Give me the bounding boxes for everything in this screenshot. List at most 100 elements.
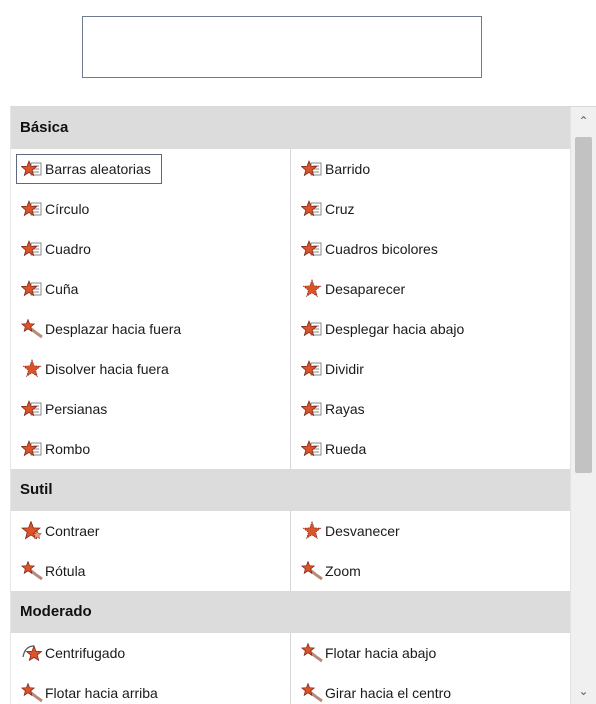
scroll-down-arrow-icon[interactable]: ⌄ (571, 681, 596, 701)
effect-star-page-icon (300, 399, 323, 419)
scrollbar-thumb[interactable] (575, 137, 592, 473)
effect-item-label: Círculo (45, 201, 90, 217)
effect-star-swoosh-icon (300, 560, 323, 581)
effect-list-item[interactable]: Desplegar hacia abajo (291, 309, 571, 349)
effect-list-item[interactable]: Desvanecer (291, 511, 571, 551)
effect-item-label: Barras aleatorias (45, 161, 151, 177)
effect-list-item[interactable]: Dividir (291, 349, 571, 389)
effect-list-item[interactable]: Rombo (11, 429, 291, 469)
effect-item-content: Centrifugado (21, 643, 125, 663)
effect-list-item[interactable]: Cuña (11, 269, 291, 309)
effect-item-label: Cuadros bicolores (325, 241, 438, 257)
effect-item-label: Girar hacia el centro (325, 685, 452, 701)
effect-star-dotted-icon (21, 358, 43, 379)
effect-list-item[interactable]: Barras aleatorias (11, 149, 291, 189)
section-grid: Barras aleatorias Barrido Círculo Cruz Cuadr… (11, 149, 571, 469)
effect-item-content: Rombo (20, 439, 91, 459)
effect-item-label: Flotar hacia abajo (325, 645, 437, 661)
effect-item-content: Desvanecer (301, 520, 400, 541)
effect-item-label: Desaparecer (325, 281, 406, 297)
effect-item-content: Rueda (300, 439, 367, 459)
effect-list-item[interactable]: Rueda (291, 429, 571, 469)
effect-list-item[interactable]: Zoom (291, 551, 571, 591)
effect-star-page-icon (300, 319, 323, 339)
scroll-up-arrow-icon[interactable]: ⌃ (571, 111, 596, 131)
effect-star-swoosh-icon (20, 560, 43, 581)
effect-star-page-icon (20, 199, 43, 219)
effect-item-content: Contraer (21, 520, 100, 541)
effect-star-page-icon (300, 359, 323, 379)
effect-star-page-icon (300, 239, 323, 259)
effects-list: Básica Barras aleatorias Barrido Círculo Cru… (11, 107, 571, 704)
effect-item-content: Zoom (300, 560, 361, 581)
effect-item-label: Desplazar hacia fuera (45, 321, 182, 337)
effect-item-label: Cuña (45, 281, 79, 297)
effect-item-content: Dividir (300, 359, 364, 379)
effect-item-content: Desaparecer (301, 278, 406, 299)
effect-item-content: Cuña (20, 279, 79, 299)
effect-item-label: Persianas (45, 401, 108, 417)
effect-item-content: Girar hacia el centro (300, 682, 452, 703)
effect-item-label: Cruz (325, 201, 355, 217)
effect-star-dotted-icon (301, 278, 323, 299)
effect-item-content: Cuadro (20, 239, 91, 259)
effect-star-swoosh-icon (20, 318, 43, 339)
effect-list-item[interactable]: Círculo (11, 189, 291, 229)
effect-list-item[interactable]: Rótula (11, 551, 291, 591)
effect-list-item[interactable]: Barrido (291, 149, 571, 189)
effect-item-content: Barrido (300, 159, 371, 179)
effect-item-content: Desplazar hacia fuera (20, 318, 182, 339)
effect-item-label: Rótula (45, 563, 86, 579)
effect-star-page-icon (20, 159, 43, 179)
effect-list-item[interactable]: Cuadro (11, 229, 291, 269)
effect-list-item[interactable]: Desaparecer (291, 269, 571, 309)
effect-list-item[interactable]: Cuadros bicolores (291, 229, 571, 269)
effect-item-label: Rombo (45, 441, 91, 457)
effect-list-item[interactable]: Contraer (11, 511, 291, 551)
effect-list-item[interactable]: Cruz (291, 189, 571, 229)
section-header: Sutil (11, 469, 571, 511)
effect-list-item[interactable]: Desplazar hacia fuera (11, 309, 291, 349)
effect-star-page-icon (300, 199, 323, 219)
effect-list-item[interactable]: Rayas (291, 389, 571, 429)
effect-star-page-icon (300, 439, 323, 459)
section-header: Básica (11, 107, 571, 149)
effect-star-page-icon (300, 159, 323, 179)
effect-item-content: Rayas (300, 399, 365, 419)
effects-list-panel: Básica Barras aleatorias Barrido Círculo Cru… (10, 106, 596, 704)
effect-item-content: Cruz (300, 199, 355, 219)
effect-item-label: Barrido (325, 161, 371, 177)
effect-item-content: Cuadros bicolores (300, 239, 438, 259)
effect-item-content: Flotar hacia abajo (300, 642, 437, 663)
vertical-scrollbar[interactable]: ⌃ ⌄ (570, 107, 596, 704)
effect-list-item[interactable]: Flotar hacia abajo (291, 633, 571, 673)
effect-item-content: Círculo (20, 199, 90, 219)
effect-list-item[interactable]: Girar hacia el centro (291, 673, 571, 704)
effect-list-item[interactable]: Disolver hacia fuera (11, 349, 291, 389)
effect-item-content: Rótula (20, 560, 86, 581)
effect-item-content: Disolver hacia fuera (21, 358, 169, 379)
effect-list-item[interactable]: Centrifugado (11, 633, 291, 673)
effect-item-label: Desplegar hacia abajo (325, 321, 465, 337)
effect-star-dotted-icon (301, 520, 323, 541)
section-grid: Contraer Desvanecer Rótula Zoom (11, 511, 571, 591)
effect-name-box (82, 16, 482, 78)
effect-star-spin-icon (21, 643, 43, 663)
section-grid: Centrifugado Flotar hacia abajo Flotar hac… (11, 633, 571, 704)
effect-list-item[interactable]: Persianas (11, 389, 291, 429)
effect-item-label: Desvanecer (325, 523, 400, 539)
effect-item-label: Centrifugado (45, 645, 126, 661)
effect-star-page-icon (20, 239, 43, 259)
effect-star-shrink-icon (21, 520, 43, 541)
effect-item-label: Rueda (325, 441, 367, 457)
effect-star-page-icon (20, 399, 43, 419)
effect-item-content: Barras aleatorias (16, 154, 162, 184)
effect-item-content: Flotar hacia arriba (20, 682, 158, 703)
effect-star-page-icon (20, 279, 43, 299)
effect-star-swoosh-icon (300, 682, 323, 703)
effect-item-label: Flotar hacia arriba (45, 685, 158, 701)
effect-item-label: Zoom (325, 563, 361, 579)
effect-item-label: Rayas (325, 401, 365, 417)
effect-list-item[interactable]: Flotar hacia arriba (11, 673, 291, 704)
effect-item-label: Contraer (45, 523, 100, 539)
